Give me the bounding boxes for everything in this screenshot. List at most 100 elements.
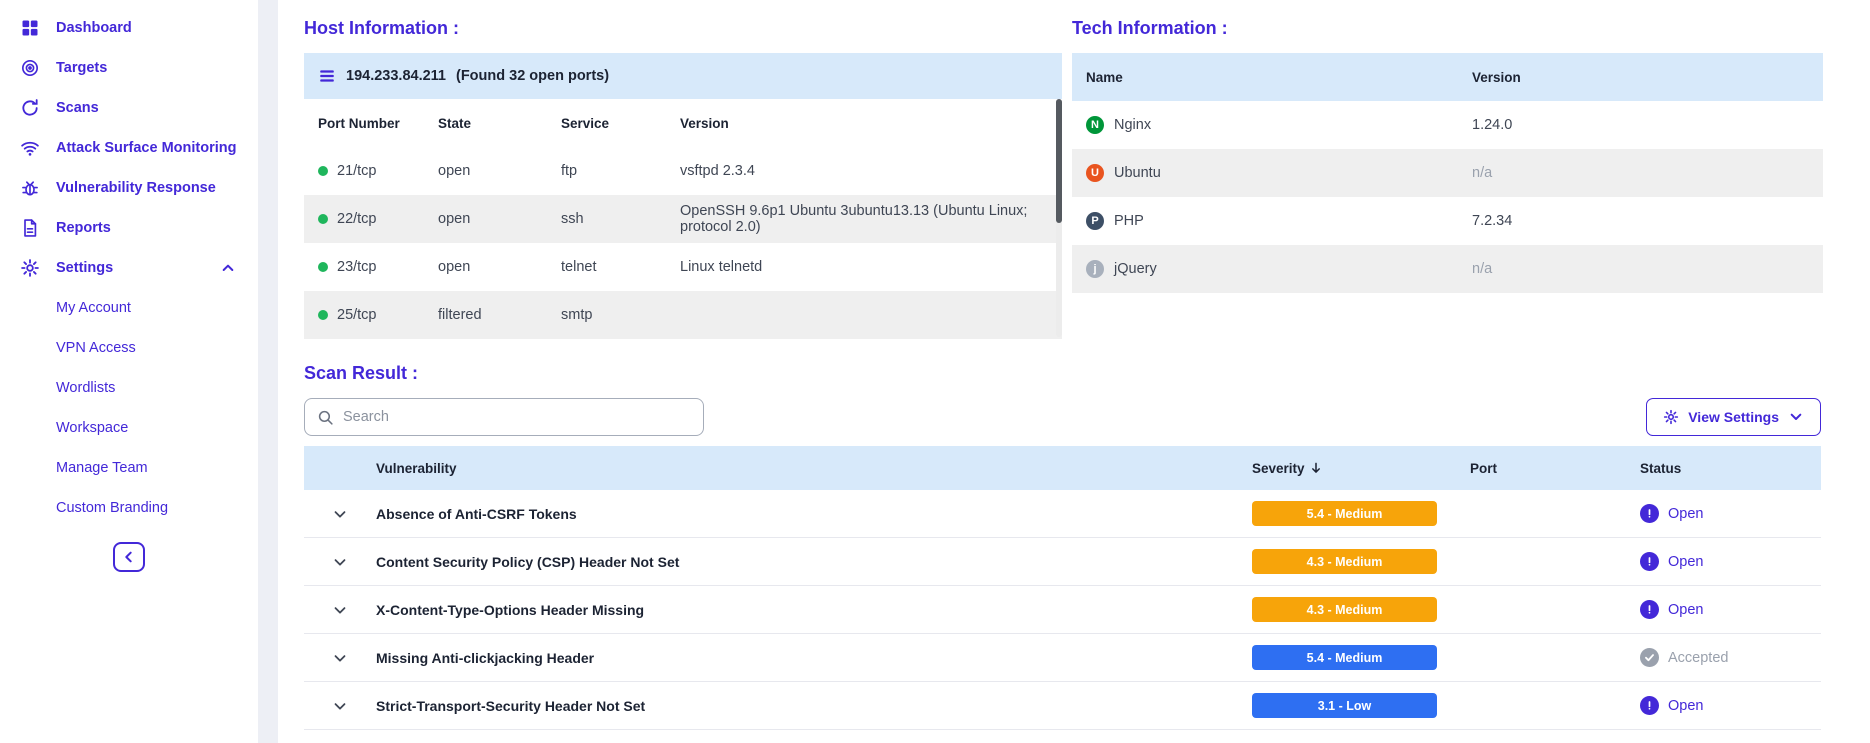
scan-col-status: Status: [1640, 461, 1821, 476]
sidebar-subitem-workspace[interactable]: Workspace: [0, 408, 258, 448]
settings-icon: [20, 258, 40, 278]
sidebar-divider: [258, 0, 278, 743]
ubuntu-icon: U: [1086, 164, 1104, 182]
accepted-status-icon: [1640, 648, 1659, 667]
view-settings-button[interactable]: View Settings: [1646, 398, 1821, 436]
tech-row[interactable]: jjQueryn/a: [1072, 245, 1823, 293]
sidebar-subitem-custom-branding[interactable]: Custom Branding: [0, 488, 258, 528]
search-input[interactable]: [343, 409, 691, 425]
chevron-down-icon: [331, 649, 349, 667]
port-service: telnet: [561, 259, 680, 275]
sidebar: Dashboard Targets Scans Attack Surface Moni…: [0, 0, 258, 743]
severity-badge: 5.4 - Medium: [1252, 645, 1437, 670]
host-port-row[interactable]: 25/tcpfilteredsmtp: [304, 291, 1062, 339]
attack-surface-icon: [20, 138, 40, 158]
port-number: 23/tcp: [337, 259, 377, 275]
host-port-row[interactable]: 21/tcpopenftpvsftpd 2.3.4: [304, 147, 1062, 195]
severity-badge: 4.3 - Medium: [1252, 597, 1437, 622]
search-box[interactable]: [304, 398, 704, 436]
vulnerability-row[interactable]: Content Security Policy (CSP) Header Not…: [304, 538, 1821, 586]
sidebar-item-label: Dashboard: [56, 20, 132, 36]
host-col-port-number: Port Number: [318, 116, 438, 131]
sidebar-item-attack-surface-monitoring[interactable]: Attack Surface Monitoring: [0, 128, 258, 168]
port-number: 25/tcp: [337, 307, 377, 323]
sidebar-subitem-manage-team[interactable]: Manage Team: [0, 448, 258, 488]
scan-result-table: Vulnerability Severity Port Status Absen…: [304, 446, 1821, 730]
sidebar-item-vulnerability-response[interactable]: Vulnerability Response: [0, 168, 258, 208]
sidebar-item-label: Settings: [56, 260, 113, 276]
sidebar-item-label: Attack Surface Monitoring: [56, 140, 236, 156]
sidebar-item-label: Scans: [56, 100, 99, 116]
status-label: Open: [1668, 602, 1703, 618]
severity-badge: 4.3 - Medium: [1252, 549, 1437, 574]
scrollbar-thumb[interactable]: [1056, 99, 1062, 223]
host-col-service: Service: [561, 116, 680, 131]
host-port-row[interactable]: 22/tcpopensshOpenSSH 9.6p1 Ubuntu 3ubunt…: [304, 195, 1062, 243]
host-port-row[interactable]: 23/tcpopentelnetLinux telnetd: [304, 243, 1062, 291]
dashboard-icon: [20, 18, 40, 38]
port-state-dot: [318, 214, 328, 224]
chevron-down-icon: [331, 601, 349, 619]
port-state-dot: [318, 262, 328, 272]
host-information-table: 194.233.84.211 (Found 32 open ports) Por…: [304, 53, 1062, 339]
vulnerability-name: Missing Anti-clickjacking Header: [376, 650, 1252, 666]
sidebar-item-scans[interactable]: Scans: [0, 88, 258, 128]
sidebar-item-targets[interactable]: Targets: [0, 48, 258, 88]
expand-row-button[interactable]: [304, 697, 376, 715]
expand-row-button[interactable]: [304, 505, 376, 523]
reports-icon: [20, 218, 40, 238]
scan-table-body: Absence of Anti-CSRF Tokens 5.4 - Medium O…: [304, 490, 1821, 730]
chevron-down-icon: [331, 553, 349, 571]
expand-row-button[interactable]: [304, 649, 376, 667]
search-icon: [317, 409, 334, 426]
sidebar-collapse-button[interactable]: [113, 542, 145, 572]
open-status-icon: [1640, 552, 1659, 571]
tech-row[interactable]: PPHP7.2.34: [1072, 197, 1823, 245]
port-list-icon: [318, 67, 336, 85]
tech-information-table: Name Version NNginx1.24.0UUbuntun/aPPHP7…: [1072, 53, 1823, 293]
sidebar-subitem-my-account[interactable]: My Account: [0, 288, 258, 328]
port-number: 21/tcp: [337, 163, 377, 179]
tech-information-panel: Tech Information : Name Version NNginx1.…: [1072, 18, 1823, 339]
vulnerability-row[interactable]: Absence of Anti-CSRF Tokens5.4 - MediumO…: [304, 490, 1821, 538]
sidebar-item-dashboard[interactable]: Dashboard: [0, 8, 258, 48]
sidebar-item-reports[interactable]: Reports: [0, 208, 258, 248]
expand-row-button[interactable]: [304, 553, 376, 571]
vulnerability-row[interactable]: Strict-Transport-Security Header Not Set…: [304, 682, 1821, 730]
vulnerability-row[interactable]: Missing Anti-clickjacking Header5.4 - Me…: [304, 634, 1821, 682]
host-table-scrollbar[interactable]: [1056, 99, 1062, 337]
nginx-icon: N: [1086, 116, 1104, 134]
expand-row-button[interactable]: [304, 601, 376, 619]
vulnerability-row[interactable]: X-Content-Type-Options Header Missing4.3…: [304, 586, 1821, 634]
target-icon: [20, 58, 40, 78]
top-section: Host Information : 194.233.84.211 (Found…: [304, 18, 1870, 339]
host-table-body: 21/tcpopenftpvsftpd 2.3.422/tcpopensshOp…: [304, 147, 1062, 339]
tech-version: 7.2.34: [1472, 213, 1823, 229]
open-status-icon: [1640, 696, 1659, 715]
vulnerability-name: Content Security Policy (CSP) Header Not…: [376, 554, 1252, 570]
chevron-down-icon: [1788, 409, 1804, 425]
sidebar-subitem-wordlists[interactable]: Wordlists: [0, 368, 258, 408]
sidebar-subitem-vpn-access[interactable]: VPN Access: [0, 328, 258, 368]
status-label: Open: [1668, 506, 1703, 522]
tech-row[interactable]: UUbuntun/a: [1072, 149, 1823, 197]
tech-name-label: Nginx: [1114, 117, 1151, 133]
port-number: 22/tcp: [337, 211, 377, 227]
status-label: Open: [1668, 554, 1703, 570]
gear-icon: [1663, 409, 1679, 425]
vulnerability-name: Absence of Anti-CSRF Tokens: [376, 506, 1252, 522]
port-version: vsftpd 2.3.4: [680, 163, 1044, 179]
sidebar-settings-submenu: My AccountVPN AccessWordlistsWorkspaceMa…: [0, 288, 258, 528]
sidebar-item-settings[interactable]: Settings: [0, 248, 258, 288]
php-icon: P: [1086, 212, 1104, 230]
open-status-icon: [1640, 600, 1659, 619]
tech-name-label: Ubuntu: [1114, 165, 1161, 181]
tech-col-version: Version: [1472, 70, 1823, 85]
tech-col-name: Name: [1086, 70, 1472, 85]
view-settings-label: View Settings: [1688, 409, 1779, 425]
scan-col-severity[interactable]: Severity: [1252, 461, 1470, 476]
scan-table-header: Vulnerability Severity Port Status: [304, 446, 1821, 490]
sidebar-item-label: Reports: [56, 220, 111, 236]
tech-row[interactable]: NNginx1.24.0: [1072, 101, 1823, 149]
port-state: open: [438, 163, 561, 179]
